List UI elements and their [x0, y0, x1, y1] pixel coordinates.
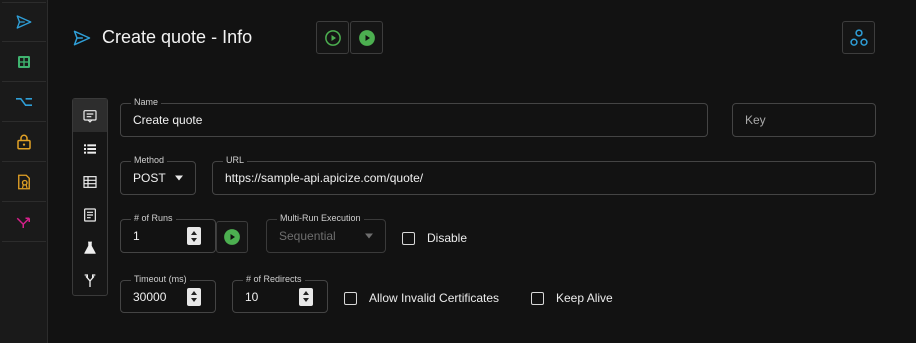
scenarios-nav-button[interactable]: [2, 42, 46, 82]
send-icon: [73, 30, 91, 46]
allow-invalid-certs-label: Allow Invalid Certificates: [369, 291, 500, 305]
spin-buttons[interactable]: [299, 287, 313, 306]
decrement-icon: [191, 298, 197, 302]
play-filled-icon: [224, 229, 240, 245]
increment-icon: [191, 291, 197, 295]
method-select[interactable]: Method POST: [120, 154, 196, 195]
run-button[interactable]: [316, 21, 349, 54]
table-icon: [83, 175, 97, 188]
checkbox-icon[interactable]: [531, 291, 544, 305]
method-value: POST: [133, 171, 166, 185]
increment-icon: [303, 291, 309, 295]
name-value: Create quote: [133, 113, 203, 127]
keep-alive-checkbox[interactable]: Keep Alive: [531, 291, 613, 305]
certificates-nav-button[interactable]: [2, 162, 46, 202]
redirects-value: 10: [245, 289, 259, 304]
body-tab[interactable]: [73, 198, 107, 231]
timeout-value: 30000: [133, 289, 167, 304]
decrement-icon: [303, 298, 309, 302]
merge-icon: [16, 217, 30, 228]
lock-icon: [17, 134, 31, 149]
play-outline-icon: [324, 29, 341, 46]
parameters-tab[interactable]: [73, 264, 107, 297]
redirects-stepper[interactable]: # of Redirects 10: [232, 273, 328, 313]
navigation-rail: [0, 0, 48, 343]
timeout-stepper[interactable]: Timeout (ms) 30000: [120, 273, 216, 313]
chevron-down-icon: [365, 233, 373, 239]
allow-invalid-certs-checkbox[interactable]: Allow Invalid Certificates: [344, 291, 499, 305]
url-field[interactable]: URL https://sample-api.apicize.com/quote…: [212, 154, 876, 195]
run-all-button[interactable]: [350, 21, 383, 54]
page-title: Create quote - Info: [102, 27, 253, 47]
parameters-nav-button[interactable]: [2, 82, 46, 122]
checkbox-icon[interactable]: [344, 291, 357, 305]
keep-alive-label: Keep Alive: [556, 291, 613, 305]
workspace-button[interactable]: [842, 21, 875, 54]
grid-icon: [18, 55, 30, 68]
url-value: https://sample-api.apicize.com/quote/: [225, 171, 424, 185]
key-placeholder: Key: [745, 113, 766, 127]
send-icon: [16, 15, 32, 29]
fork-icon: [84, 273, 96, 287]
info-tab[interactable]: [73, 99, 107, 132]
query-string-tab[interactable]: [73, 132, 107, 165]
increment-icon: [191, 230, 197, 235]
certificate-icon: [18, 174, 30, 189]
key-field[interactable]: Key: [732, 103, 876, 137]
spin-buttons[interactable]: [187, 287, 201, 306]
authorization-nav-button[interactable]: [2, 122, 46, 162]
hub-icon: [849, 28, 868, 46]
multi-run-select[interactable]: Multi-Run Execution Sequential: [266, 212, 386, 253]
requests-nav-button[interactable]: [2, 2, 46, 42]
disable-checkbox[interactable]: Disable: [402, 231, 467, 245]
runs-stepper[interactable]: # of Runs 1: [120, 212, 216, 253]
info-icon: [83, 109, 97, 123]
request-section-nav: [72, 98, 108, 296]
chevron-down-icon: [175, 175, 183, 181]
name-field[interactable]: Name Create quote: [120, 96, 708, 137]
flask-icon: [84, 241, 96, 254]
run-multiple-button[interactable]: [216, 221, 248, 253]
route-icon: [16, 97, 32, 106]
runs-value: 1: [133, 229, 140, 243]
multi-run-value: Sequential: [279, 229, 336, 243]
list-icon: [84, 143, 96, 154]
play-filled-icon: [358, 29, 375, 46]
document-icon: [84, 207, 96, 222]
disable-label: Disable: [427, 231, 468, 245]
spin-buttons[interactable]: [187, 227, 201, 245]
proxies-nav-button[interactable]: [2, 202, 46, 242]
checkbox-icon[interactable]: [402, 231, 415, 245]
decrement-icon: [191, 237, 197, 242]
headers-tab[interactable]: [73, 165, 107, 198]
test-tab[interactable]: [73, 231, 107, 264]
